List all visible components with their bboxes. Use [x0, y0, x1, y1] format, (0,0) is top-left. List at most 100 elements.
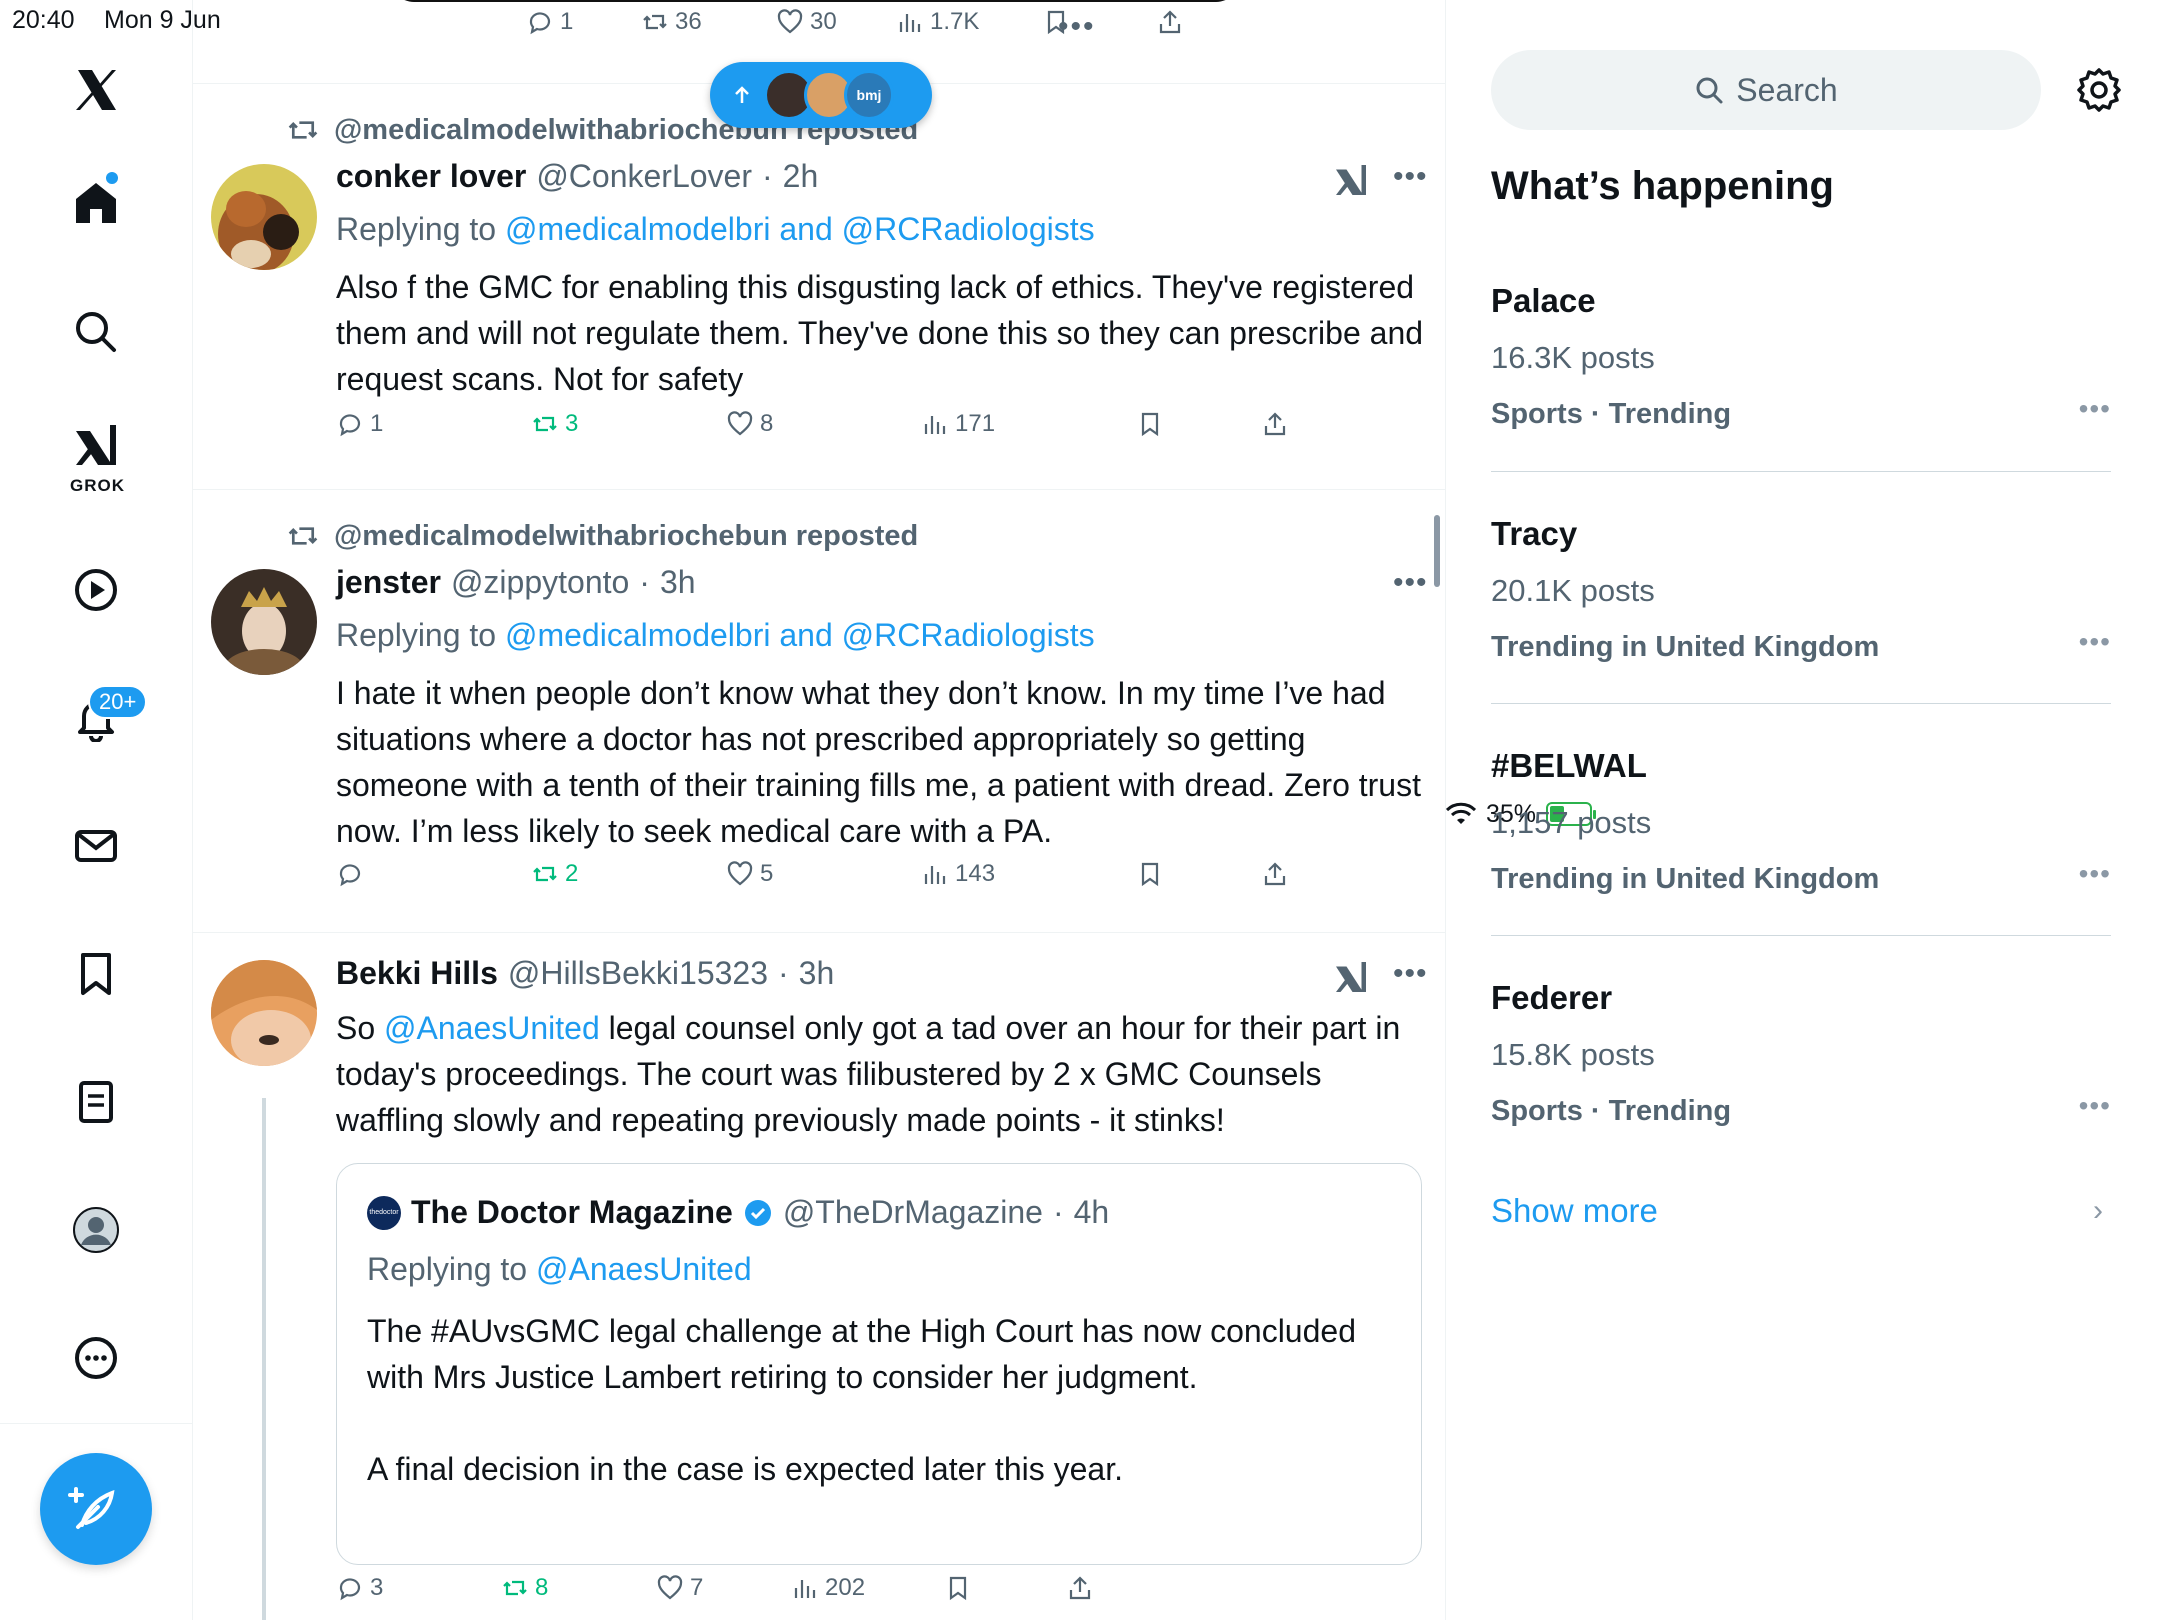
share-button[interactable] [1066, 1574, 1094, 1602]
like-button[interactable]: 7 [656, 1574, 703, 1602]
grok-explain-icon[interactable] [1333, 959, 1369, 995]
post-divider [193, 932, 1445, 933]
post-more-icon[interactable]: ••• [1393, 957, 1428, 991]
repost-icon [288, 121, 318, 139]
home-icon[interactable] [56, 163, 136, 243]
reply-button[interactable]: 3 [336, 1574, 383, 1602]
share-button[interactable] [1261, 410, 1289, 438]
grok-icon[interactable] [56, 415, 136, 475]
views-button[interactable]: 202 [791, 1574, 865, 1602]
trend-more-icon[interactable]: ••• [2079, 393, 2111, 425]
like-button[interactable]: 30 [776, 8, 837, 36]
display-name[interactable]: Bekki Hills [336, 955, 498, 992]
avatar[interactable] [211, 569, 317, 675]
like-icon [657, 1575, 683, 1600]
replying-to: Replying to @medicalmodelbri and @RCRadi… [336, 617, 1095, 654]
bookmarks-icon[interactable] [56, 934, 136, 1014]
replying-to-mentions[interactable]: @AnaesUnited [536, 1251, 752, 1287]
views-button[interactable]: 1.7K [896, 8, 979, 36]
tweet-text: So @AnaesUnited legal counsel only got a… [336, 1005, 1436, 1143]
search-input[interactable]: Search [1491, 50, 2041, 130]
quoted-post[interactable]: thedoctor The Doctor Magazine @TheDrMaga… [336, 1163, 1422, 1565]
x-logo-icon[interactable] [56, 50, 136, 130]
views-icon [899, 14, 921, 32]
timestamp[interactable]: 3h [799, 955, 835, 992]
grok-explain-icon[interactable] [1333, 162, 1369, 198]
trend-posts: 1,157 posts [1491, 805, 1652, 840]
repost-button[interactable]: 8 [501, 1574, 548, 1602]
search-nav-icon[interactable] [56, 292, 136, 372]
bookmark-button[interactable] [944, 1574, 972, 1602]
previous-post-media[interactable] [390, 0, 1240, 2]
tweet-text-prefix: So [336, 1010, 385, 1046]
gear-icon[interactable] [2075, 66, 2123, 114]
quote-avatar[interactable]: thedoctor [367, 1195, 401, 1230]
timestamp[interactable]: 3h [660, 564, 696, 601]
quote-display-name[interactable]: The Doctor Magazine [411, 1194, 733, 1231]
avatar[interactable] [211, 960, 317, 1066]
trend-posts: 20.1K posts [1491, 573, 1655, 608]
trend-name: Palace [1491, 282, 1596, 319]
profile-avatar-icon[interactable] [56, 1190, 136, 1270]
handle[interactable]: @zippytonto [451, 564, 629, 601]
trend-more-icon[interactable]: ••• [2079, 858, 2111, 890]
replying-to-mentions[interactable]: @medicalmodelbri and @RCRadiologists [505, 211, 1095, 247]
trend-divider [1491, 471, 2111, 472]
trend-item[interactable]: Tracy 20.1K posts Trending in United Kin… [1491, 515, 2111, 664]
reply-button[interactable] [336, 860, 370, 888]
tweet-header: jenster @zippytonto · 3h [336, 564, 696, 601]
messages-icon[interactable] [56, 806, 136, 886]
repost-button[interactable]: 2 [531, 860, 578, 888]
timestamp[interactable]: 2h [783, 158, 819, 195]
video-icon[interactable] [56, 550, 136, 630]
reply-button[interactable]: 1 [526, 8, 573, 36]
like-button[interactable]: 8 [726, 410, 773, 438]
timeline-feed[interactable]: ••• 1 36 30 1.7K @medicalmodelwithabrioc… [193, 0, 1446, 1620]
trend-item[interactable]: Federer 15.8K posts Sports · Trending ••… [1491, 979, 2111, 1128]
trend-more-icon[interactable]: ••• [2079, 626, 2111, 658]
display-name[interactable]: conker lover [336, 158, 526, 195]
new-posts-pill[interactable]: bmj [710, 62, 932, 128]
lists-icon[interactable] [56, 1062, 136, 1142]
separator-dot: · [1052, 1194, 1064, 1230]
like-button[interactable]: 5 [726, 860, 773, 888]
views-count: 1.7K [930, 8, 980, 35]
post-more-icon[interactable]: ••• [1393, 566, 1428, 600]
display-name[interactable]: jenster [336, 564, 441, 601]
tweet-text: Also f the GMC for enabling this disgust… [336, 269, 1424, 397]
repost-button[interactable]: 36 [641, 8, 702, 36]
more-options-icon[interactable] [56, 1318, 136, 1398]
replying-to: Replying to @medicalmodelbri and @RCRadi… [336, 211, 1095, 248]
like-count: 7 [690, 1574, 704, 1601]
share-button[interactable] [1156, 8, 1184, 36]
show-more-link[interactable]: Show more [1491, 1192, 1658, 1230]
bookmark-button[interactable] [1042, 8, 1070, 36]
replying-to-mentions[interactable]: @medicalmodelbri and @RCRadiologists [505, 617, 1095, 653]
mention-link[interactable]: @AnaesUnited [384, 1010, 600, 1046]
quote-handle[interactable]: @TheDrMagazine [783, 1194, 1043, 1231]
trend-item[interactable]: Palace 16.3K posts Sports · Trending ••• [1491, 282, 2111, 431]
bookmark-button[interactable] [1136, 410, 1164, 438]
views-count: 171 [955, 410, 996, 437]
views-button[interactable]: 171 [921, 410, 995, 438]
bookmark-icon [1047, 10, 1065, 35]
scrollbar-thumb[interactable] [1434, 515, 1440, 587]
compose-post-button[interactable] [40, 1453, 152, 1565]
reply-button[interactable]: 1 [336, 410, 383, 438]
handle[interactable]: @ConkerLover [536, 158, 752, 195]
post-more-icon[interactable]: ••• [1393, 160, 1428, 194]
share-button[interactable] [1261, 860, 1289, 888]
repost-header: @medicalmodelwithabriochebun reposted [286, 519, 918, 553]
notifications-badge: 20+ [88, 685, 148, 719]
repost-button[interactable]: 3 [531, 410, 578, 438]
avatar[interactable] [211, 164, 317, 270]
bookmark-button[interactable] [1136, 860, 1164, 888]
post-divider [193, 489, 1445, 490]
pill-avatar: bmj [844, 70, 894, 120]
trend-more-icon[interactable]: ••• [2079, 1090, 2111, 1122]
trend-item[interactable]: #BELWAL 1,157 posts Trending in United K… [1491, 747, 2111, 896]
views-button[interactable]: 143 [921, 860, 995, 888]
repost-icon [533, 866, 557, 882]
handle[interactable]: @HillsBekki15323 [508, 955, 768, 992]
repost-icon [643, 14, 667, 30]
